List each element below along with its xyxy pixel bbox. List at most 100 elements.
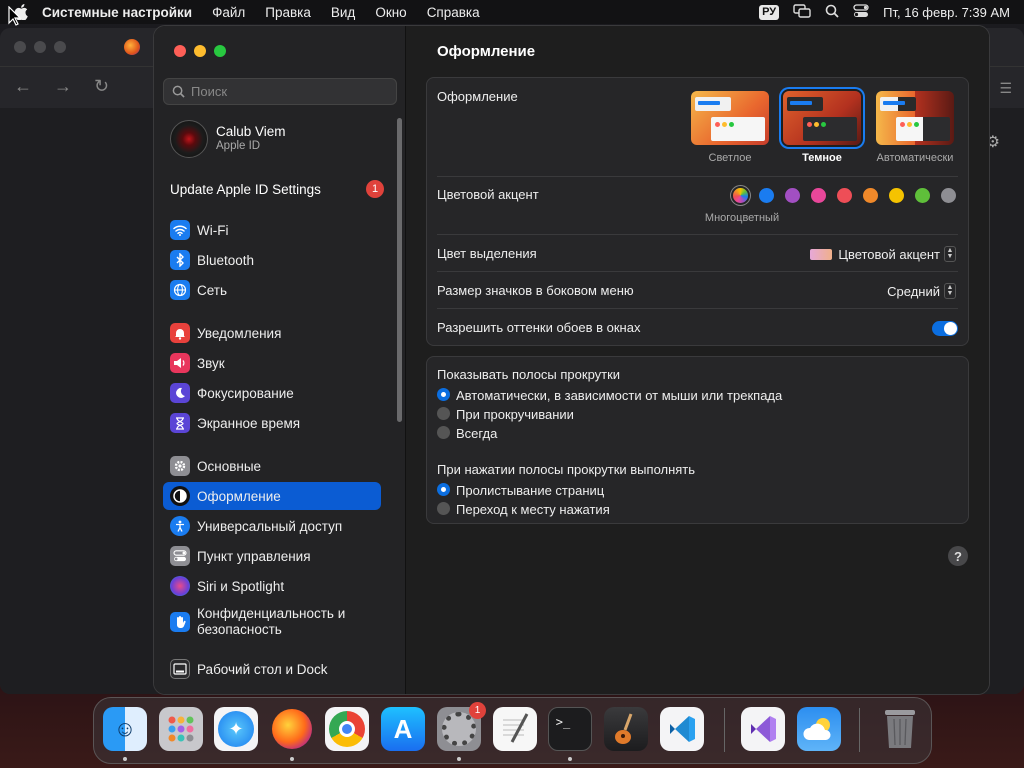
menubar-clock[interactable]: Пт, 16 февр. 7:39 AM [883,5,1010,20]
apple-id-account[interactable]: Calub Viem Apple ID [170,120,286,158]
garageband-dock-icon[interactable] [604,707,648,751]
desktop: Системные настройки Файл Правка Вид Окно… [0,0,1024,768]
sidebar-item-control-center[interactable]: Пункт управления [163,542,381,570]
accent-purple-swatch[interactable] [785,188,800,203]
visual-studio-dock-icon[interactable] [741,707,785,751]
sidebar-item-bluetooth[interactable]: Bluetooth [163,246,381,274]
divider [437,308,958,309]
input-source-indicator[interactable]: РУ [759,4,780,20]
sidebar-item-siri-spotlight[interactable]: Siri и Spotlight [163,572,381,600]
sidebar-item-screen-time[interactable]: Экранное время [163,409,381,437]
zoom-button[interactable] [214,45,226,57]
siri-icon [170,576,190,596]
sidebar-item-notifications[interactable]: Уведомления [163,319,381,347]
appearance-dark-thumbnail[interactable] [783,91,861,145]
menu-view[interactable]: Вид [321,5,365,20]
sidebar-item-desktop-dock[interactable]: Рабочий стол и Dock [163,655,381,683]
finder-dock-icon[interactable]: ☺ [103,707,147,751]
sidebar-scrollbar[interactable] [397,118,402,422]
safari-dock-icon[interactable]: ✦ [214,707,258,751]
update-apple-id-settings[interactable]: Update Apple ID Settings 1 [170,180,384,198]
sidebar-item-label: Bluetooth [197,252,255,268]
appearance-option-light[interactable]: Светлое [680,152,780,164]
mouse-cursor-icon [8,6,22,26]
accent-graphite-swatch[interactable] [941,188,956,203]
textedit-dock-icon[interactable] [493,707,537,751]
firefox-tab-icon[interactable] [124,39,140,55]
scrollbar-option-always[interactable]: Всегда [437,426,958,442]
sidebar-item-focus[interactable]: Фокусирование [163,379,381,407]
accent-multicolor-swatch[interactable] [733,188,748,203]
bluetooth-icon [170,250,190,270]
radio-button[interactable] [437,388,450,401]
sidebar-icon-size-value: Средний [887,283,940,299]
accent-red-swatch[interactable] [837,188,852,203]
back-arrow-icon[interactable]: ← [14,76,32,97]
avatar [170,120,208,158]
menu-edit[interactable]: Правка [255,5,321,20]
appearance-option-dark[interactable]: Темное [772,152,872,164]
divider [437,271,958,272]
scrollbar-option-when-scrolling[interactable]: При прокручивании [437,407,958,423]
hamburger-menu-icon[interactable]: ☰ [999,80,1012,97]
terminal-dock-icon[interactable]: >_ [548,707,592,751]
sidebar-item-general[interactable]: Основные [163,452,381,480]
radio-button[interactable] [437,426,450,439]
sidebar: Поиск Calub Viem Apple ID Update Apple I… [154,26,406,694]
dock-icon [170,659,190,679]
chrome-dock-icon[interactable] [325,707,369,751]
update-label: Update Apple ID Settings [170,181,321,197]
launchpad-dock-icon[interactable] [159,707,203,751]
accent-blue-swatch[interactable] [759,188,774,203]
scrollbar-settings-card: Показывать полосы прокрутки Автоматическ… [426,356,969,524]
radio-button[interactable] [437,407,450,420]
trash-dock-icon[interactable] [878,707,922,751]
browser-close-button[interactable] [14,41,26,53]
minimize-button[interactable] [194,45,206,57]
forward-arrow-icon[interactable]: → [54,76,72,97]
sidebar-icon-size-popup[interactable]: Средний ▲ ▼ [887,283,956,299]
sidebar-item-sound[interactable]: Звук [163,349,381,377]
control-center-icon[interactable] [853,3,869,21]
search-field[interactable]: Поиск [163,78,397,105]
click-option-next-page[interactable]: Пролистывание страниц [437,483,958,499]
menu-file[interactable]: Файл [202,5,255,20]
menu-app-name[interactable]: Системные настройки [32,5,202,20]
accent-pink-swatch[interactable] [811,188,826,203]
vscode-dock-icon[interactable] [660,707,704,751]
radio-button[interactable] [437,483,450,496]
click-option-jump-to-spot[interactable]: Переход к месту нажатия [437,502,958,518]
appearance-light-thumbnail[interactable] [691,91,769,145]
browser-minimize-button[interactable] [34,41,46,53]
sidebar-item-network[interactable]: Сеть [163,276,381,304]
sidebar-item-appearance[interactable]: Оформление [163,482,381,510]
appearance-option-auto[interactable]: Автоматически [865,152,965,164]
accent-yellow-swatch[interactable] [889,188,904,203]
accent-selected-name: Многоцветный [704,212,780,224]
screen-mirroring-icon[interactable] [793,3,811,21]
reload-icon[interactable]: ↻ [94,76,109,97]
appearance-auto-thumbnail[interactable] [876,91,954,145]
browser-zoom-button[interactable] [54,41,66,53]
help-button[interactable]: ? [948,546,968,566]
firefox-dock-icon[interactable] [270,707,314,751]
menu-window[interactable]: Окно [365,5,416,20]
close-button[interactable] [174,45,186,57]
accent-green-swatch[interactable] [915,188,930,203]
search-icon [172,85,185,98]
scrollbar-option-automatic[interactable]: Автоматически, в зависимости от мыши или… [437,388,958,404]
wallpaper-tinting-toggle[interactable] [932,321,958,336]
appearance-settings-card: Оформление Светлое Темное Автоматически … [426,77,969,346]
sidebar-item-label: Экранное время [197,415,301,431]
sidebar-item-wifi[interactable]: Wi-Fi [163,216,381,244]
sidebar-item-privacy-security[interactable]: Конфиденциальность и безопасность [163,602,381,642]
radio-button[interactable] [437,502,450,515]
spotlight-search-icon[interactable] [825,4,839,21]
accent-orange-swatch[interactable] [863,188,878,203]
weather-dock-icon[interactable] [797,707,841,751]
sidebar-item-label: Универсальный доступ [197,518,343,534]
highlight-color-popup[interactable]: Цветовой акцент ▲ ▼ [810,246,956,262]
sidebar-item-accessibility[interactable]: Универсальный доступ [163,512,381,540]
app-store-dock-icon[interactable]: A [381,707,425,751]
menu-help[interactable]: Справка [417,5,490,20]
